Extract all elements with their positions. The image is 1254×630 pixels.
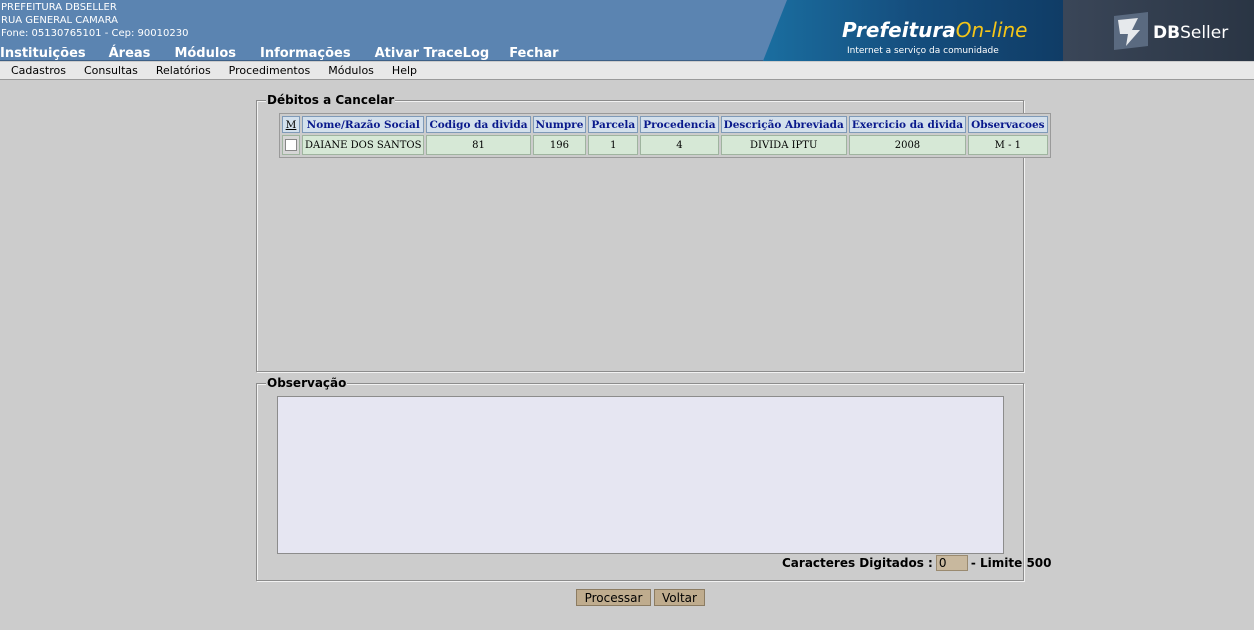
dbseller-logo: DBSeller [1153, 23, 1228, 43]
menu-instituicoes[interactable]: Instituições [0, 46, 86, 61]
banner-subtitle: Internet a serviço da comunidade [847, 46, 999, 56]
logo-text-online: On-line [955, 18, 1028, 42]
col-exercicio: Exercicio da divida [848, 116, 967, 133]
menu-modulos[interactable]: Módulos [174, 46, 236, 61]
debitos-legend: Débitos a Cancelar [266, 93, 396, 107]
cell-numpre: 196 [532, 135, 587, 155]
brand-rest: Seller [1180, 23, 1229, 43]
debitos-table: M Nome/Razão Social Codigo da divida Num… [279, 113, 1051, 158]
brand-bold: DB [1153, 23, 1181, 43]
col-observacoes: Observacoes [968, 116, 1048, 133]
observacao-textarea[interactable] [277, 396, 1004, 554]
menu-cadastros[interactable]: Cadastros [11, 64, 66, 77]
limit-label: - Limite 500 [970, 556, 1052, 570]
col-marcar[interactable]: M [282, 116, 300, 133]
col-codigo: Codigo da divida [426, 116, 531, 133]
prefeitura-banner: PrefeituraOn-line Internet a serviço da … [763, 0, 1254, 61]
char-counter: Caracteres Digitados : - Limite 500 [782, 555, 1052, 571]
counter-label: Caracteres Digitados : [782, 556, 933, 570]
cell-procedencia: 4 [640, 135, 719, 155]
prefeitura-online-logo: PrefeituraOn-line [842, 18, 1027, 42]
debitos-fieldset: Débitos a Cancelar M Nome/Razão Social C… [256, 93, 1051, 372]
menu-fechar[interactable]: Fechar [509, 46, 558, 61]
logo-text-prefeitura: Prefeitura [842, 18, 956, 42]
institution-address: RUA GENERAL CAMARA [1, 15, 118, 26]
observacao-fieldset: Observação Caracteres Digitados : - Limi… [256, 376, 1052, 581]
col-parcela: Parcela [588, 116, 639, 133]
menu-modulos-sub[interactable]: Módulos [328, 64, 374, 77]
cell-nome: DAIANE DOS SANTOS [302, 135, 425, 155]
table-row: DAIANE DOS SANTOS 81 196 1 4 DIVIDA IPTU… [282, 135, 1048, 155]
processar-button[interactable]: Processar [576, 589, 651, 606]
institution-name: PREFEITURA DBSELLER [1, 2, 117, 13]
menu-areas[interactable]: Áreas [109, 46, 151, 61]
cell-codigo: 81 [426, 135, 531, 155]
cell-obs: M - 1 [968, 135, 1048, 155]
menu-informacoes[interactable]: Informações [260, 46, 351, 61]
cell-parcela: 1 [588, 135, 639, 155]
menu-ativar-tracelog[interactable]: Ativar TraceLog [375, 46, 490, 61]
row-checkbox[interactable] [285, 139, 297, 151]
app-header: PREFEITURA DBSELLER RUA GENERAL CAMARA F… [0, 0, 1254, 61]
col-procedencia: Procedencia [640, 116, 719, 133]
top-menu: Instituições Áreas Módulos Informações A… [0, 46, 583, 61]
col-descricao: Descrição Abreviada [720, 116, 847, 133]
counter-value [935, 555, 968, 571]
menu-relatorios[interactable]: Relatórios [156, 64, 211, 77]
cell-checkbox [282, 135, 300, 155]
col-nome: Nome/Razão Social [302, 116, 425, 133]
institution-info: PREFEITURA DBSELLER RUA GENERAL CAMARA F… [1, 1, 188, 40]
dbseller-logo-icon [1114, 12, 1148, 50]
menu-procedimentos[interactable]: Procedimentos [229, 64, 311, 77]
secondary-menu: Cadastros Consultas Relatórios Procedime… [0, 62, 1254, 80]
observacao-legend: Observação [266, 376, 348, 390]
menu-consultas[interactable]: Consultas [84, 64, 138, 77]
voltar-button[interactable]: Voltar [654, 589, 705, 606]
cell-exercicio: 2008 [848, 135, 967, 155]
banner-slant [763, 0, 787, 61]
menu-help[interactable]: Help [392, 64, 417, 77]
table-header-row: M Nome/Razão Social Codigo da divida Num… [282, 116, 1048, 133]
cell-descricao: DIVIDA IPTU [720, 135, 847, 155]
institution-contact: Fone: 05130765101 - Cep: 90010230 [1, 28, 189, 39]
col-numpre: Numpre [532, 116, 587, 133]
